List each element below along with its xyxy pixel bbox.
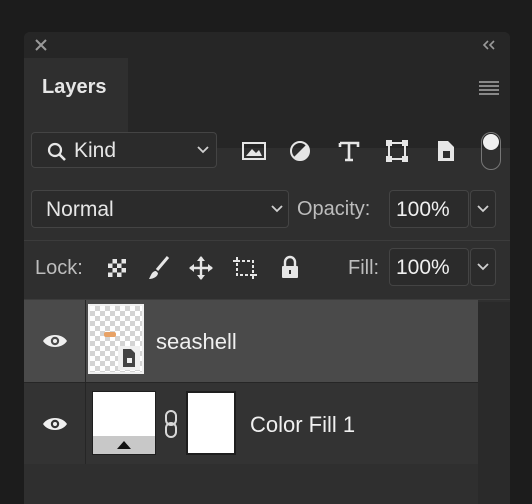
- layer-thumbnail: [88, 304, 144, 374]
- fill-swatch-bar: [93, 436, 155, 454]
- chevron-down-icon: [477, 205, 489, 213]
- chevron-down-icon: [271, 205, 283, 213]
- layer-row-seashell[interactable]: seashell: [24, 300, 478, 382]
- image-filter-icon[interactable]: [241, 140, 267, 162]
- lock-image-pixels-icon[interactable]: [146, 255, 172, 281]
- scrollbar-track[interactable]: [478, 302, 510, 504]
- lock-artboard-icon[interactable]: [232, 256, 258, 280]
- blend-mode-label: Normal: [46, 198, 114, 221]
- opacity-dropdown-button[interactable]: [470, 190, 496, 228]
- search-icon: [47, 142, 66, 161]
- type-filter-icon[interactable]: [337, 139, 361, 163]
- opacity-label[interactable]: Opacity:: [297, 198, 370, 221]
- filter-toggle-knob: [483, 134, 499, 150]
- visibility-toggle[interactable]: [24, 383, 86, 464]
- kind-filter-select[interactable]: Kind: [31, 132, 217, 168]
- fill-input[interactable]: 100%: [389, 248, 469, 286]
- adjustment-filter-icon[interactable]: [288, 139, 312, 163]
- blend-mode-select[interactable]: Normal: [31, 190, 289, 228]
- divider: [24, 240, 510, 241]
- panel-titlebar: [24, 32, 510, 58]
- layer-row-color-fill-1[interactable]: Color Fill 1: [24, 382, 478, 464]
- smart-object-badge-icon: [118, 346, 140, 370]
- seashell-image: [104, 332, 116, 337]
- opacity-input[interactable]: 100%: [389, 190, 469, 228]
- layer-name[interactable]: seashell: [156, 329, 237, 355]
- fill-dropdown-button[interactable]: [470, 248, 496, 286]
- smart-object-filter-icon[interactable]: [435, 139, 457, 163]
- chevron-down-icon: [197, 146, 209, 154]
- fill-value: 100%: [396, 256, 450, 279]
- fill-layer-thumbnail[interactable]: [92, 391, 156, 455]
- tab-layers-label: Layers: [42, 76, 107, 98]
- link-icon[interactable]: [163, 409, 179, 439]
- fill-label[interactable]: Fill:: [348, 257, 379, 280]
- lock-transparent-pixels-icon[interactable]: [107, 258, 127, 278]
- eye-icon: [43, 335, 67, 347]
- lock-label: Lock:: [35, 257, 83, 279]
- chevron-down-icon: [477, 263, 489, 271]
- shape-filter-icon[interactable]: [385, 139, 409, 163]
- layer-mask-thumbnail[interactable]: [186, 391, 236, 455]
- opacity-value: 100%: [396, 198, 450, 221]
- close-icon[interactable]: [33, 37, 49, 53]
- filter-row: Kind: [24, 130, 510, 174]
- filter-toggle[interactable]: [481, 132, 501, 170]
- lock-all-icon[interactable]: [280, 255, 300, 279]
- collapse-panel-icon[interactable]: [480, 37, 498, 53]
- lock-position-icon[interactable]: [188, 255, 214, 281]
- triangle-up-icon: [117, 441, 131, 449]
- visibility-toggle[interactable]: [24, 300, 86, 382]
- eye-icon: [43, 418, 67, 430]
- layer-name[interactable]: Color Fill 1: [250, 412, 355, 438]
- layers-panel: Layers Kind Normal Opacity: 100% Lock: F…: [24, 32, 510, 504]
- panel-menu-icon[interactable]: [478, 80, 500, 96]
- kind-filter-label: Kind: [74, 139, 117, 162]
